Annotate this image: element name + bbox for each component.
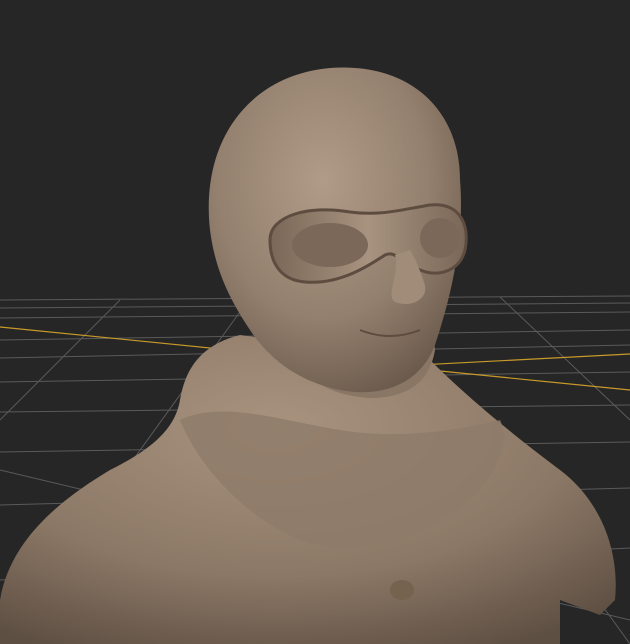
3d-viewport[interactable] (0, 0, 630, 644)
goggle-lens-right (420, 218, 460, 258)
goggle-lens-left (292, 223, 368, 267)
buttons (390, 580, 414, 600)
viewport-canvas[interactable] (0, 0, 630, 644)
